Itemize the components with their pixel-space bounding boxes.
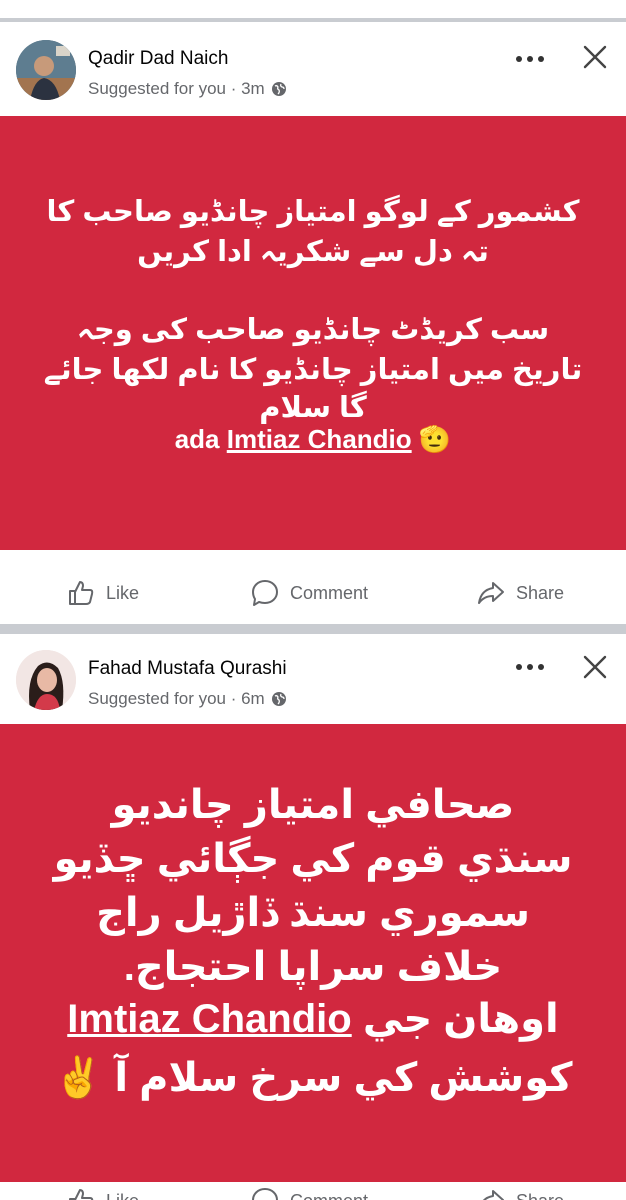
- card-mention-line: Imtiaz Chandio اوهان جي: [0, 996, 626, 1042]
- card-line: خلاف سراپا احتجاج.: [123, 945, 503, 989]
- post-text-card: صحافي امتياز چانديو سنڌي قوم کي جڳائي ڇڏ…: [0, 724, 626, 1182]
- comment-label: Comment: [290, 582, 369, 603]
- mention-link[interactable]: Imtiaz Chandio: [227, 424, 412, 454]
- post-header: Qadir Dad Naich Suggested for you · 3m: [0, 22, 626, 116]
- post-text-card: کشمور کے لوگو امتیاز چانڈیو صاحب کا تہ د…: [0, 116, 626, 550]
- comment-button[interactable]: Comment: [250, 1186, 368, 1200]
- post-meta-text: Suggested for you · 6m: [88, 689, 265, 708]
- share-label: Share: [516, 582, 565, 603]
- post-header: Fahad Mustafa Qurashi Suggested for you …: [0, 634, 626, 728]
- share-button[interactable]: Share: [476, 1186, 564, 1200]
- globe-icon: [271, 82, 286, 96]
- like-icon: [69, 581, 94, 605]
- like-icon: [69, 1189, 94, 1200]
- card-line: تاریخ میں امتیاز چانڈیو کا نام لکھا جائے: [43, 354, 583, 386]
- more-icon[interactable]: [516, 54, 544, 64]
- comment-button[interactable]: Comment: [250, 578, 368, 608]
- share-label: Share: [516, 1191, 564, 1200]
- card-mention-line: ada Imtiaz Chandio 🫡: [0, 424, 626, 455]
- card-text-prefix: اوهان جي: [362, 997, 559, 1041]
- card-line: تہ دل سے شکریہ ادا کریں: [137, 236, 489, 268]
- like-label: Like: [106, 582, 140, 603]
- globe-icon: [271, 692, 286, 706]
- card-line: صحافي امتياز چانديو: [111, 783, 515, 827]
- more-icon[interactable]: [516, 662, 544, 672]
- card-line: کشمور کے لوگو امتیاز چانڈیو صاحب کا: [46, 196, 580, 228]
- like-button[interactable]: Like: [66, 1186, 139, 1200]
- card-line: سب کریڈٹ چانڈیو صاحب کی وجہ: [76, 314, 550, 346]
- comment-icon: [252, 1188, 278, 1200]
- saluting-face-emoji: 🫡: [418, 424, 452, 454]
- comment-icon: [252, 580, 278, 606]
- share-icon: [478, 582, 504, 604]
- post-meta-text: Suggested for you · 3m: [88, 79, 265, 98]
- avatar[interactable]: [16, 650, 76, 710]
- like-label: Like: [106, 1191, 139, 1200]
- mention-link[interactable]: Imtiaz Chandio: [67, 997, 351, 1041]
- post-meta: Suggested for you · 3m: [88, 79, 287, 99]
- close-icon[interactable]: [582, 654, 608, 680]
- post-author-name[interactable]: Fahad Mustafa Qurashi: [88, 658, 287, 680]
- post-meta: Suggested for you · 6m: [88, 689, 287, 709]
- post-actions: Like Comment Share: [0, 564, 626, 624]
- card-line: سنڌي قوم کي جڳائي ڇڏيو: [53, 837, 573, 881]
- share-button[interactable]: Share: [476, 578, 564, 608]
- close-icon[interactable]: [582, 44, 608, 70]
- card-line: کوشش کي سرخ سلام آ ✌️: [53, 1056, 573, 1100]
- card-text-prefix: ada: [174, 424, 227, 454]
- card-line: گا سلام: [259, 392, 367, 424]
- avatar-image: [16, 650, 76, 710]
- post-actions: Like Comment Share: [0, 1182, 626, 1200]
- share-icon: [482, 1190, 504, 1200]
- post-author-name[interactable]: Qadir Dad Naich: [88, 48, 228, 70]
- comment-label: Comment: [290, 1191, 368, 1200]
- like-button[interactable]: Like: [66, 578, 139, 608]
- avatar[interactable]: [16, 40, 76, 100]
- card-line: سموري سنڌ ڏاڙيل راج: [96, 891, 530, 935]
- avatar-image: [16, 40, 76, 100]
- feed-divider: [0, 624, 626, 634]
